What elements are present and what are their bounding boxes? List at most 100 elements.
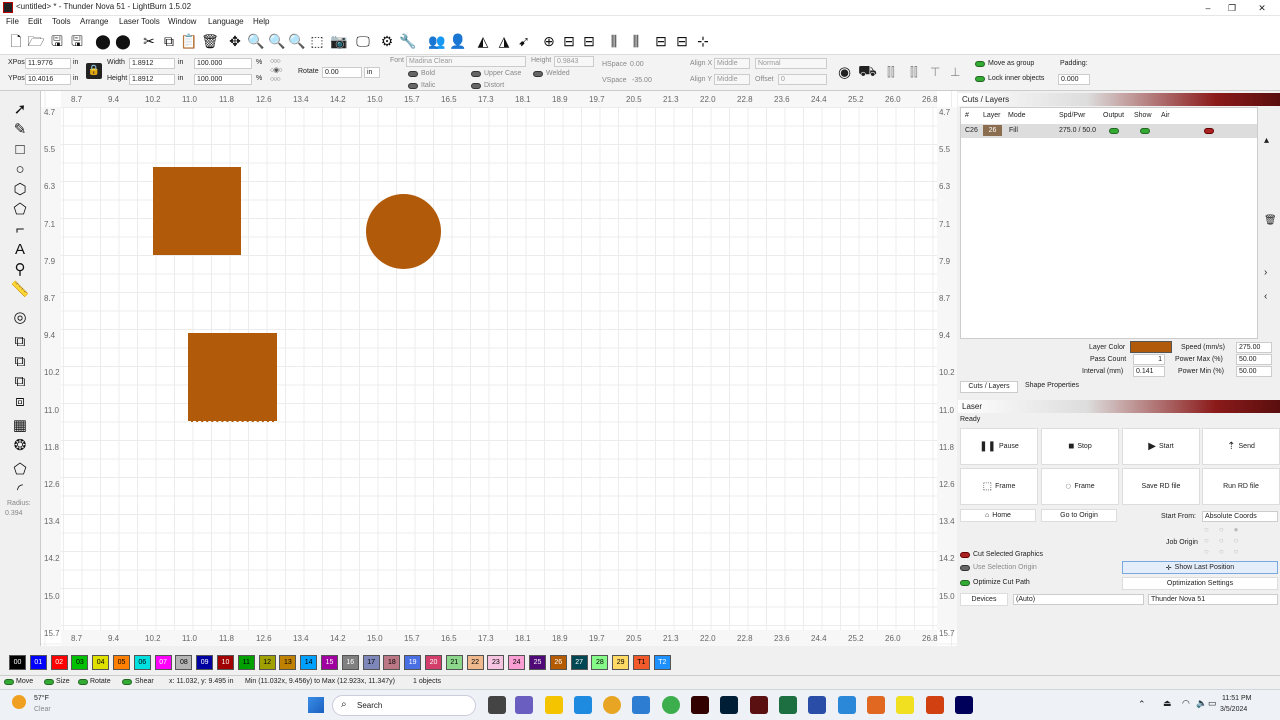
- teams-icon[interactable]: [515, 696, 533, 714]
- select-arrow-icon[interactable]: ➚: [10, 100, 30, 118]
- menu-arrange[interactable]: Arrange: [80, 17, 108, 26]
- text-mode-select[interactable]: Normal: [755, 58, 827, 69]
- close-button[interactable]: ✕: [1250, 0, 1274, 16]
- tab-cuts-layers[interactable]: Cuts / Layers: [960, 381, 1018, 393]
- app-icon-2[interactable]: [867, 696, 885, 714]
- padding-input[interactable]: 0.000: [1058, 74, 1090, 85]
- windows-start-icon[interactable]: [308, 697, 324, 713]
- italic-toggle[interactable]: [408, 83, 418, 89]
- palette-swatch[interactable]: 00: [9, 655, 26, 670]
- file-explorer-icon[interactable]: [545, 696, 563, 714]
- interval-input[interactable]: 0.141: [1133, 366, 1165, 377]
- upper-case-toggle[interactable]: [471, 71, 481, 77]
- grid-array-icon[interactable]: ▦: [10, 416, 30, 434]
- square-shape-selected[interactable]: [188, 333, 277, 422]
- zoom-selection-icon[interactable]: ⬚: [308, 32, 326, 50]
- devices-button[interactable]: Devices: [960, 593, 1008, 606]
- cut-selected-toggle[interactable]: [960, 552, 970, 558]
- lock-inner-toggle[interactable]: [975, 76, 985, 82]
- battery-icon[interactable]: ▭: [1208, 698, 1217, 709]
- delete-icon[interactable]: 🗑: [201, 32, 219, 50]
- menu-language[interactable]: Language: [208, 17, 244, 26]
- start-button[interactable]: ▶ Start: [1122, 428, 1200, 465]
- job-origin-selector[interactable]: ○○● ○○○ ○○○: [1204, 524, 1249, 557]
- store-icon[interactable]: [632, 696, 650, 714]
- palette-swatch[interactable]: 26: [549, 655, 567, 670]
- align-top-icon[interactable]: ⫼: [605, 32, 623, 50]
- menu-tools[interactable]: Tools: [52, 17, 71, 26]
- circular-array-icon[interactable]: ❂: [10, 436, 30, 454]
- align-middle-icon[interactable]: ⫼: [627, 32, 645, 50]
- monitor-icon[interactable]: 🖵: [354, 32, 372, 50]
- app-icon-4[interactable]: [926, 696, 944, 714]
- show-toggle[interactable]: [1140, 128, 1150, 134]
- speed-input[interactable]: 275.00: [1236, 342, 1272, 353]
- offset-shapes-icon[interactable]: ◎: [10, 308, 30, 326]
- palette-swatch[interactable]: 11: [237, 655, 255, 670]
- task-view-icon[interactable]: [488, 696, 506, 714]
- circle-shape[interactable]: [366, 194, 441, 269]
- palette-swatch[interactable]: 13: [279, 655, 297, 670]
- palette-swatch[interactable]: 10: [217, 655, 234, 670]
- app-icon-1[interactable]: [808, 696, 826, 714]
- premiere-icon[interactable]: [955, 696, 973, 714]
- layer-color-swatch[interactable]: [1130, 341, 1172, 353]
- cut-icon[interactable]: ✂: [140, 32, 158, 50]
- tab-shape-properties[interactable]: Shape Properties: [1020, 381, 1084, 393]
- mirror-icon[interactable]: ◮: [495, 32, 513, 50]
- camera-icon[interactable]: 📷: [330, 32, 348, 50]
- palette-swatch[interactable]: 17: [362, 655, 380, 670]
- copy-icon[interactable]: ⧉: [160, 32, 178, 50]
- weld-shapes-icon[interactable]: ⧉: [10, 332, 30, 350]
- home-button[interactable]: ⌂ Home: [960, 509, 1036, 522]
- fillet-icon[interactable]: ◜: [10, 480, 30, 498]
- ellipse-icon[interactable]: ○: [10, 160, 30, 178]
- weld-icon[interactable]: ◉: [838, 63, 851, 81]
- offset-input[interactable]: 0: [778, 74, 827, 85]
- palette-swatch[interactable]: 22: [466, 655, 484, 670]
- app-icon-3[interactable]: [896, 696, 914, 714]
- save-icon[interactable]: 🖫: [48, 32, 66, 50]
- palette-swatch[interactable]: 12: [258, 655, 276, 670]
- welded-toggle[interactable]: [533, 71, 543, 77]
- photoshop-icon[interactable]: [720, 696, 738, 714]
- start-from-select[interactable]: Absolute Coords: [1202, 511, 1278, 522]
- power-min-input[interactable]: 50.00: [1236, 366, 1272, 377]
- corner-edit-icon[interactable]: ⬠: [10, 460, 30, 478]
- device-select[interactable]: Thunder Nova 51: [1148, 594, 1278, 605]
- power-max-input[interactable]: 50.00: [1236, 354, 1272, 365]
- palette-swatch[interactable]: 02: [50, 655, 68, 670]
- aligny-select[interactable]: Middle: [714, 74, 750, 85]
- import-icon[interactable]: ⬤: [94, 32, 112, 50]
- align-right-edges-icon[interactable]: ⫿⫿: [910, 65, 918, 80]
- palette-swatch[interactable]: 01: [29, 655, 47, 670]
- palette-swatch[interactable]: 21: [445, 655, 463, 670]
- pan-icon[interactable]: ✥: [226, 32, 244, 50]
- ypos-input[interactable]: 10.4016: [25, 74, 71, 85]
- zoom-frame-icon[interactable]: 🔍: [288, 32, 306, 50]
- size-toggle[interactable]: [44, 679, 54, 685]
- notepad-icon[interactable]: [838, 696, 856, 714]
- distribute-h-icon[interactable]: ⊟: [652, 32, 670, 50]
- chrome-icon[interactable]: [603, 696, 621, 714]
- pass-count-input[interactable]: 1: [1133, 354, 1165, 365]
- send-button[interactable]: ⇡ Send: [1202, 428, 1280, 465]
- maximize-button[interactable]: ❐: [1220, 0, 1244, 16]
- run-rd-button[interactable]: Run RD file: [1202, 468, 1280, 505]
- collapse-left-icon[interactable]: ‹: [1264, 291, 1267, 302]
- palette-swatch[interactable]: 14: [300, 655, 318, 670]
- rotate-toggle[interactable]: [78, 679, 88, 685]
- optimization-settings-button[interactable]: Optimization Settings: [1122, 577, 1278, 590]
- move-as-group-toggle[interactable]: [975, 61, 985, 67]
- workspace-canvas[interactable]: 8.7 8.7 9.4 9.4 10.2 10.2 11.0 11.0 11.8 11.8 12.6…: [41, 91, 957, 646]
- distribute-v-icon[interactable]: ⊟: [673, 32, 691, 50]
- illustrator-icon[interactable]: [691, 696, 709, 714]
- machine-icon[interactable]: ⛟: [858, 63, 877, 82]
- square-shape-top[interactable]: [153, 167, 241, 255]
- flip-horizontal-icon[interactable]: ◭: [474, 32, 492, 50]
- palette-swatch[interactable]: 07: [154, 655, 172, 670]
- font-select[interactable]: Madina Clean: [406, 56, 526, 67]
- palette-swatch[interactable]: 09: [196, 655, 214, 670]
- intersect-shapes-icon[interactable]: ⧈: [10, 392, 30, 410]
- palette-swatch[interactable]: 20: [425, 655, 442, 670]
